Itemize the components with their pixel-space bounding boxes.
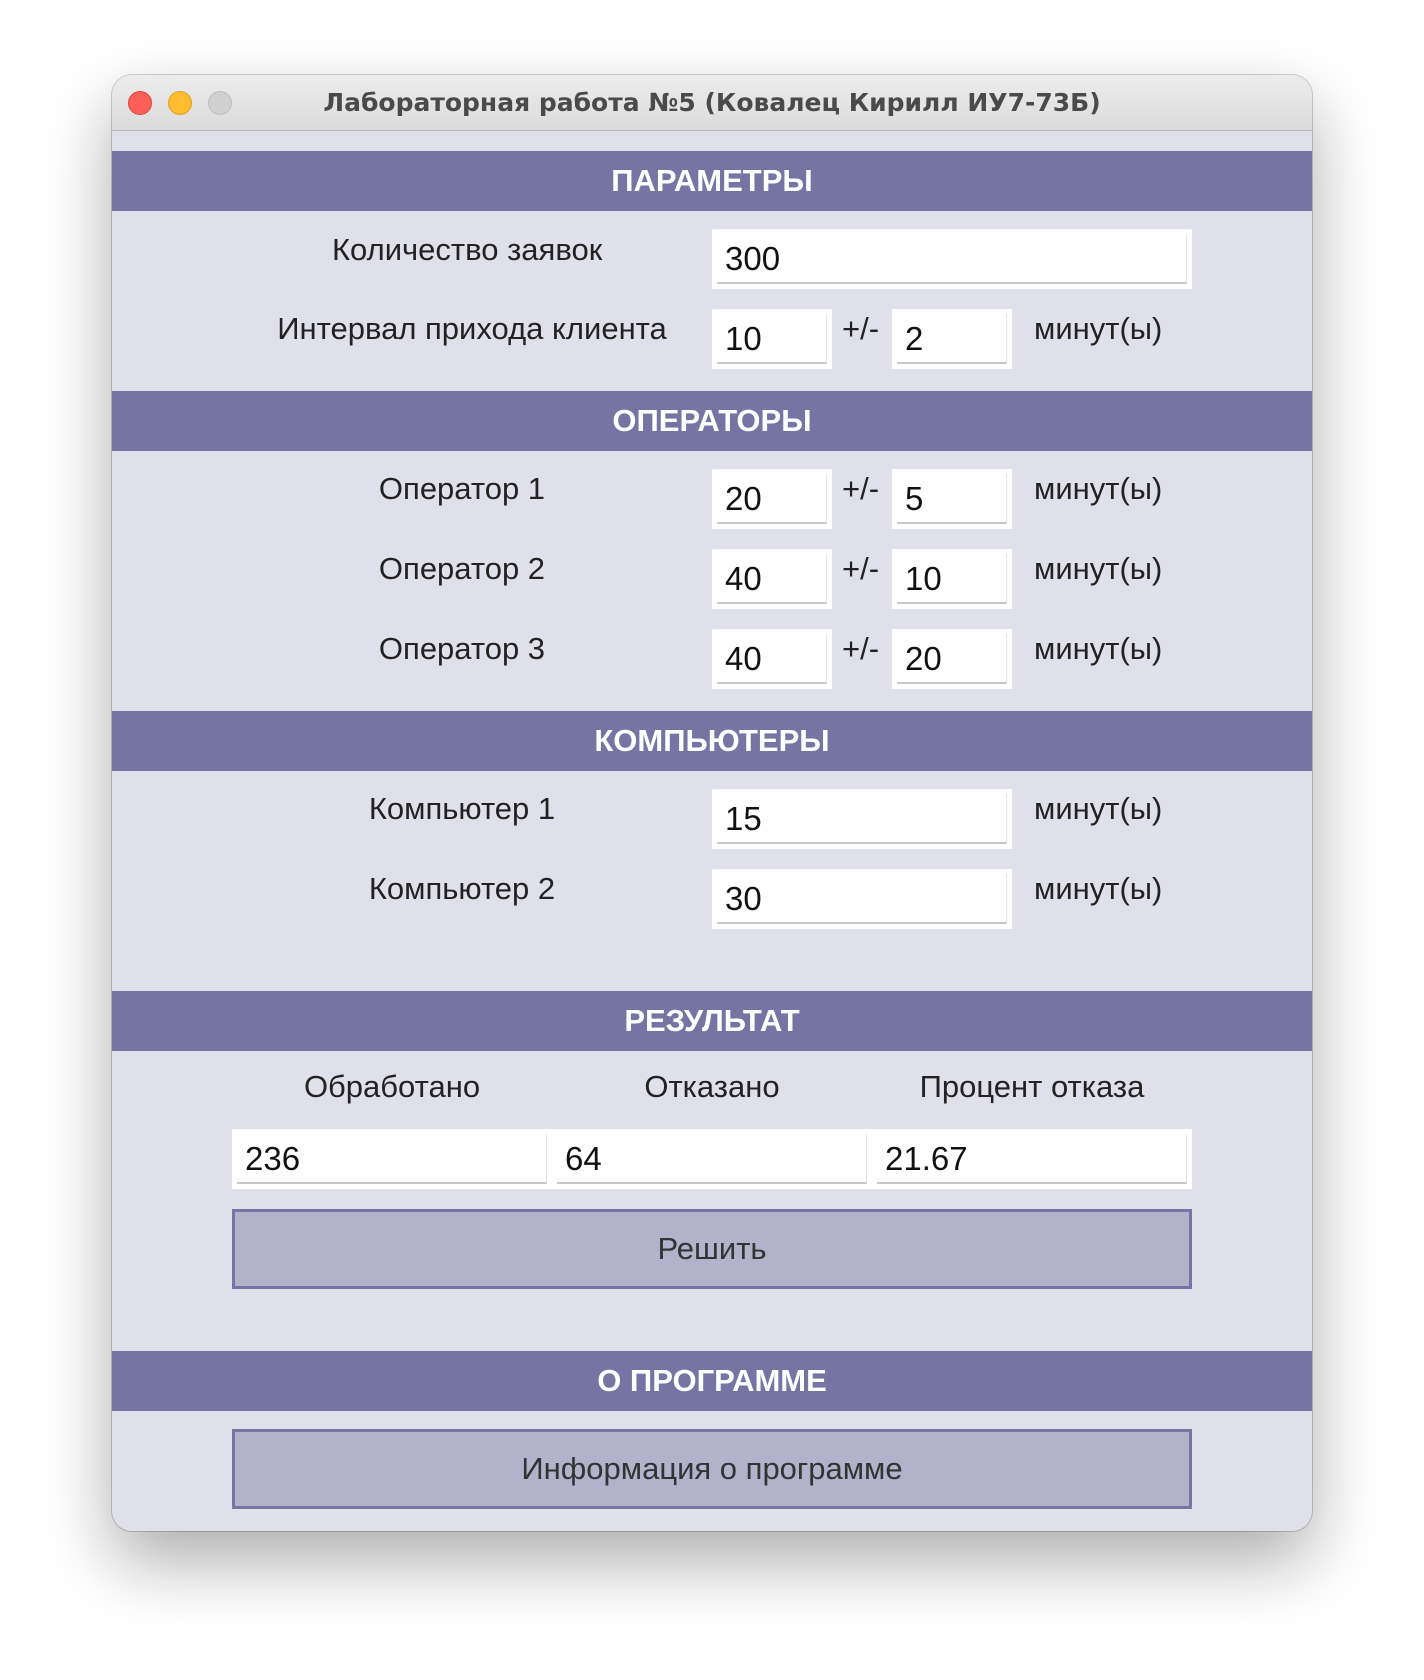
operator-2-delta-field[interactable]: 10 — [892, 549, 1012, 609]
title-bar: Лабораторная работа №5 (Ковалец Кирилл И… — [112, 75, 1312, 131]
operator-3-delta-field[interactable]: 20 — [892, 629, 1012, 689]
plus-minus-label: +/- — [842, 551, 880, 586]
result-header: РЕЗУЛЬТАТ — [112, 991, 1312, 1051]
computer-2-label: Компьютер 2 — [368, 871, 556, 906]
unit-label: минут(ы) — [1034, 551, 1163, 586]
unit-label: минут(ы) — [1034, 631, 1163, 666]
app-window: Лабораторная работа №5 (Ковалец Кирилл И… — [112, 75, 1312, 1531]
about-header: О ПРОГРАММЕ — [112, 1351, 1312, 1411]
computer-1-label: Компьютер 1 — [368, 791, 556, 826]
unit-label: минут(ы) — [1034, 871, 1163, 906]
interval-label: Интервал прихода клиента — [277, 311, 667, 346]
unit-label: минут(ы) — [1034, 311, 1163, 346]
processed-label: Обработано — [303, 1069, 481, 1104]
interval-delta-field[interactable]: 2 — [892, 309, 1012, 369]
program-info-button[interactable]: Информация о программе — [232, 1429, 1192, 1509]
plus-minus-label: +/- — [842, 471, 880, 506]
rejection-percent-label: Процент отказа — [919, 1069, 1145, 1104]
rejected-field[interactable]: 64 — [552, 1129, 872, 1189]
operator-1-label: Оператор 1 — [378, 471, 546, 506]
unit-label: минут(ы) — [1034, 791, 1163, 826]
operator-1-value-field[interactable]: 20 — [712, 469, 832, 529]
operators-header: ОПЕРАТОРЫ — [112, 391, 1312, 451]
computer-2-field[interactable]: 30 — [712, 869, 1012, 929]
computers-header: КОМПЬЮТЕРЫ — [112, 711, 1312, 771]
requests-field[interactable]: 300 — [712, 229, 1192, 289]
solve-button[interactable]: Решить — [232, 1209, 1192, 1289]
window-title: Лабораторная работа №5 (Ковалец Кирилл И… — [323, 88, 1101, 117]
operator-2-value-field[interactable]: 40 — [712, 549, 832, 609]
rejection-percent-field[interactable]: 21.67 — [872, 1129, 1192, 1189]
computer-1-field[interactable]: 15 — [712, 789, 1012, 849]
requests-label: Количество заявок — [332, 232, 603, 267]
plus-minus-label: +/- — [842, 631, 880, 666]
operator-3-label: Оператор 3 — [378, 631, 546, 666]
interval-value-field[interactable]: 10 — [712, 309, 832, 369]
params-header: ПАРАМЕТРЫ — [112, 151, 1312, 211]
operator-3-value-field[interactable]: 40 — [712, 629, 832, 689]
main-content: ПАРАМЕТРЫ Количество заявок 300 Интервал… — [112, 131, 1312, 1531]
rejected-label: Отказано — [644, 1069, 780, 1104]
processed-field[interactable]: 236 — [232, 1129, 552, 1189]
operator-2-label: Оператор 2 — [378, 551, 546, 586]
unit-label: минут(ы) — [1034, 471, 1163, 506]
operator-1-delta-field[interactable]: 5 — [892, 469, 1012, 529]
plus-minus-label: +/- — [842, 311, 880, 346]
